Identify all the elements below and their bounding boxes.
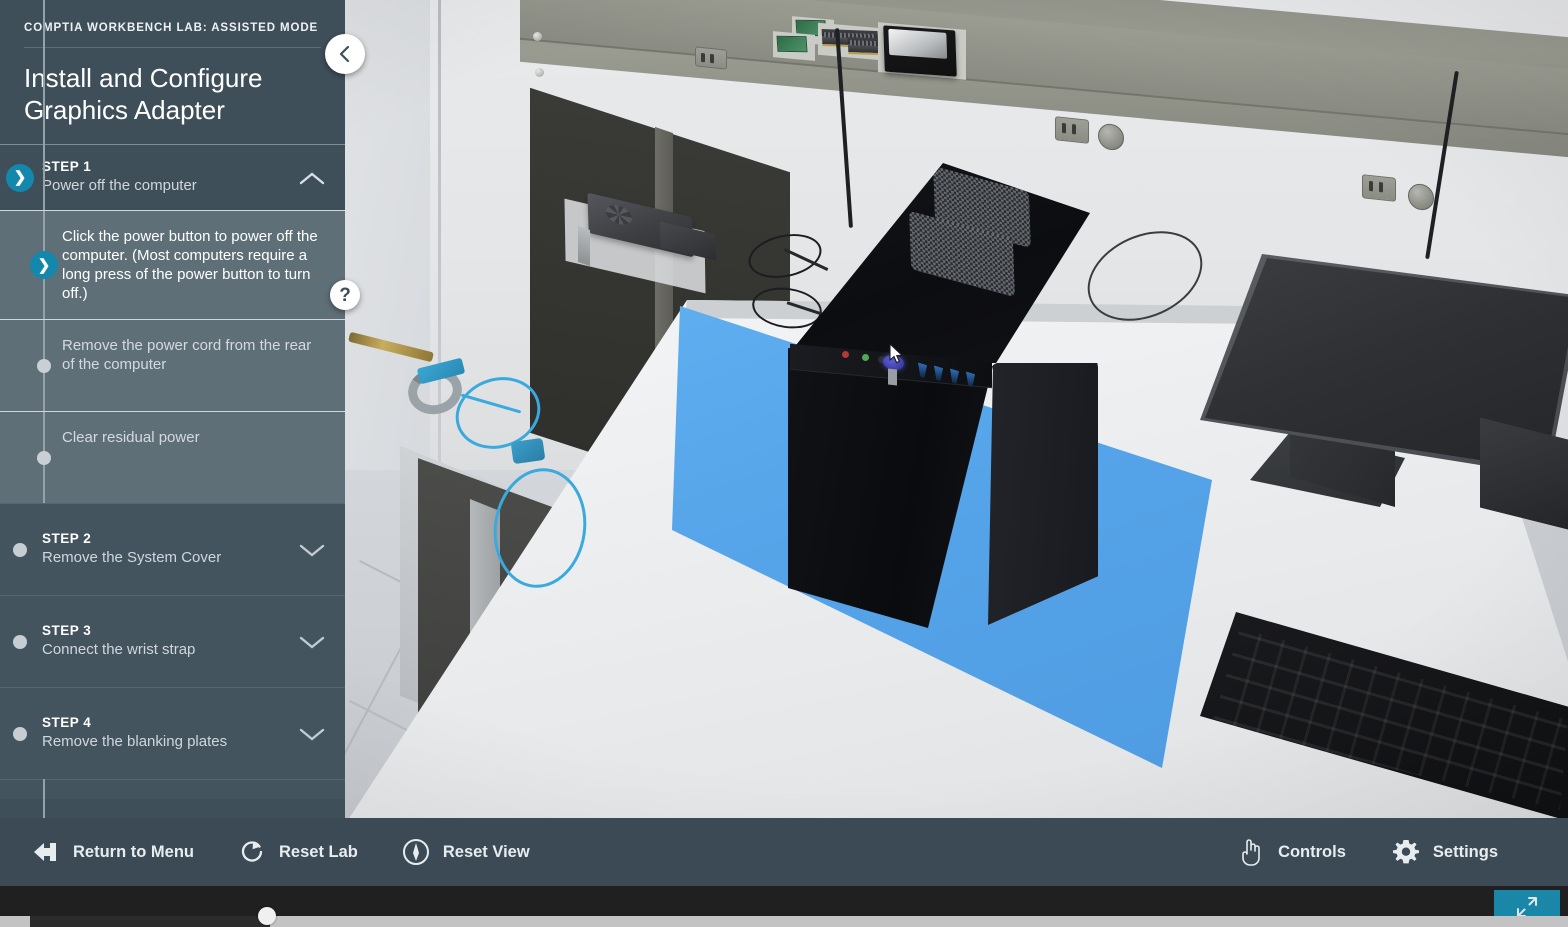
substep-1[interactable]: ❯ Click the power button to power off th… [0,210,345,319]
horizontal-scrollbar[interactable] [0,916,1568,927]
step-3-indicator [13,634,27,649]
power-led [862,354,869,361]
step-2-indicator [13,542,27,557]
reset-lab-button[interactable]: Reset Lab [236,836,358,868]
power-outlet [1055,116,1089,144]
chevron-down-icon[interactable] [299,728,325,741]
substep-3-text: Clear residual power [62,429,200,446]
mouse-cursor [889,343,904,364]
power-button-base [888,368,897,386]
settings-label: Settings [1432,842,1498,861]
small-pcb[interactable] [776,35,808,53]
scrollbar-thumb[interactable] [30,916,270,927]
power-outlet [1362,174,1396,202]
lab-mode-kicker: COMPTIA WORKBENCH LAB: ASSISTED MODE [24,22,321,48]
return-to-menu-button[interactable]: Return to Menu [30,836,194,868]
step-4-indicator [13,726,27,741]
expand-arrows-icon [1517,896,1537,917]
gear-icon [1390,836,1422,868]
shelf-bolt [533,32,542,41]
toolbar-right-group: Controls Settings [1191,836,1498,868]
chevron-up-icon[interactable] [299,171,325,185]
page-title: Install and Configure Graphics Adapter [24,63,263,125]
reset-view-button[interactable]: Reset View [400,836,530,868]
substep-2-indicator [37,358,51,373]
sidebar-item-step-2[interactable]: STEP 2 Remove the System Cover [0,503,345,595]
toolbar-left-group: Return to Menu Reset Lab Reset View [30,836,572,868]
settings-button[interactable]: Settings [1390,836,1498,868]
return-to-menu-label: Return to Menu [73,842,194,861]
reset-lab-label: Reset Lab [279,842,358,861]
sidebar-item-step-4[interactable]: STEP 4 Remove the blanking plates [0,687,345,779]
substep-1-text: Click the power button to power off the … [62,228,318,302]
back-button[interactable] [325,34,365,74]
chevron-down-icon[interactable] [299,636,325,649]
substep-2-text: Remove the power cord from the rear of t… [62,337,312,373]
controls-button[interactable]: Controls [1235,836,1346,868]
grounding-clip[interactable] [510,437,546,465]
lab-application: COMPTIA WORKBENCH LAB: ASSISTED MODE Ins… [0,0,1568,927]
chevron-left-icon [339,45,350,63]
substep-3[interactable]: Clear residual power [0,411,345,503]
question-mark-icon: ? [339,284,351,306]
scrollbar-knob[interactable] [258,907,276,925]
substep-2[interactable]: Remove the power cord from the rear of t… [0,319,345,411]
sidebar-header: COMPTIA WORKBENCH LAB: ASSISTED MODE Ins… [0,0,345,144]
step-4-description: Remove the blanking plates [42,733,228,750]
hdd-led [842,351,849,358]
sidebar-item-step-3[interactable]: STEP 3 Connect the wrist strap [0,595,345,687]
shelf-bolt [535,68,544,77]
step-4-label: STEP 4 [42,715,92,730]
lab-sidebar: COMPTIA WORKBENCH LAB: ASSISTED MODE Ins… [0,0,345,818]
gpu-bracket [578,226,590,266]
step-list-tail [0,779,345,799]
refresh-circle-icon [236,836,268,868]
step-1-substeps: ❯ Click the power button to power off th… [0,0,345,818]
chevron-down-icon[interactable] [299,544,325,557]
step-list: ❯ STEP 1 Power off the computer ❯ Click … [0,0,345,818]
step-3-description: Connect the wrist strap [42,641,196,658]
step-2-description: Remove the System Cover [42,549,222,566]
step-2-label: STEP 2 [42,531,92,546]
substep-3-indicator [37,450,51,465]
hand-pointer-icon [1235,836,1267,868]
controls-label: Controls [1278,842,1346,861]
reset-view-label: Reset View [442,842,530,861]
step-3-label: STEP 3 [42,623,92,638]
sidebar-item-step-1[interactable]: ❯ STEP 1 Power off the computer [0,145,345,210]
back-arrow-icon [30,836,62,868]
bottom-toolbar: Return to Menu Reset Lab Reset View Cont… [0,818,1568,886]
browser-bottom-chrome [0,886,1568,927]
help-button[interactable]: ? [330,280,360,310]
substep-1-current-indicator: ❯ [30,251,58,279]
step-1-label: STEP 1 [42,159,92,174]
step-1-current-indicator: ❯ [6,163,34,192]
power-outlet [695,46,727,70]
compass-circle-icon [400,836,432,868]
hard-drive[interactable] [883,25,957,77]
step-1-description: Power off the computer [42,177,197,194]
